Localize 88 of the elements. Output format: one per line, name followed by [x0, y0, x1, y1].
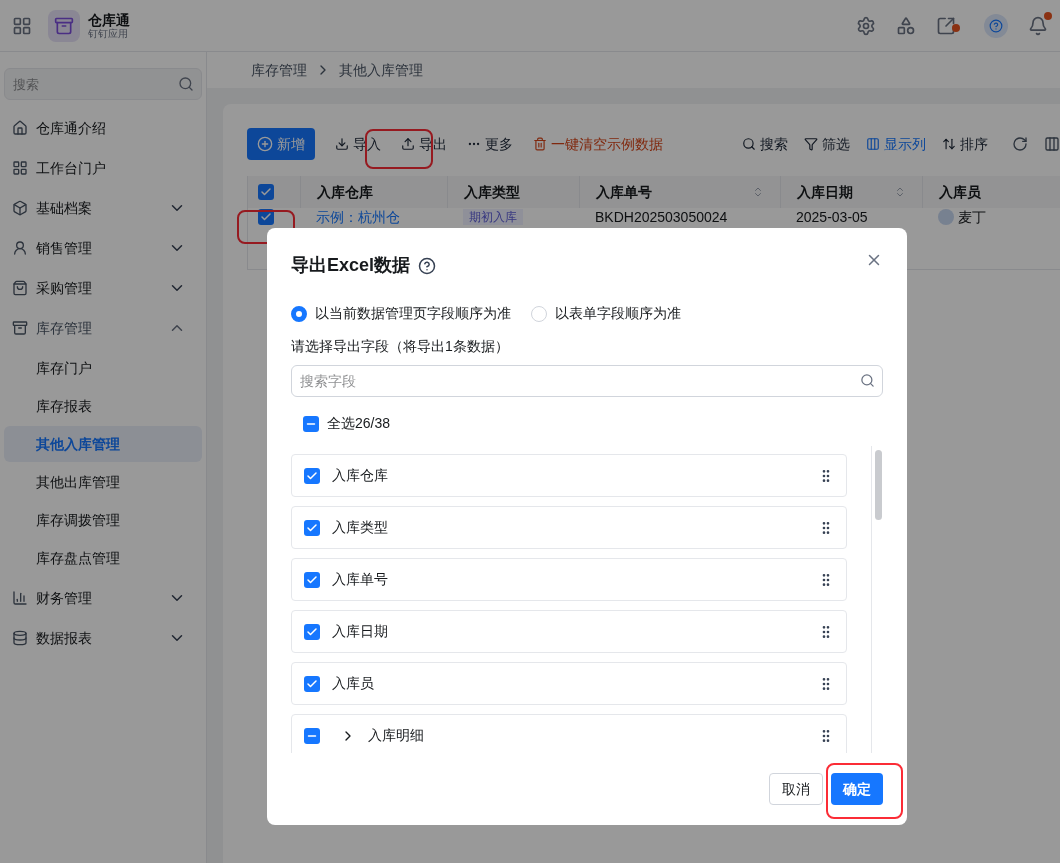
avatar	[938, 209, 954, 225]
sidebar-search-field[interactable]: 搜索	[4, 68, 202, 100]
apps-icon[interactable]	[12, 15, 32, 36]
upload-icon	[401, 137, 415, 151]
sidebar-item[interactable]: 工作台门户	[4, 148, 202, 188]
bag-icon	[12, 280, 28, 296]
chart-icon	[12, 590, 28, 606]
search-icon	[742, 137, 756, 151]
export-button[interactable]: 导出	[401, 133, 447, 155]
trash-icon	[533, 137, 547, 151]
sidebar-item[interactable]: 数据报表	[4, 618, 202, 658]
cube-icon	[12, 200, 28, 216]
breadcrumb-link[interactable]: 库存管理	[251, 59, 307, 81]
archive-icon	[12, 320, 28, 336]
download-icon	[335, 137, 349, 151]
search-icon	[860, 373, 875, 388]
column-header[interactable]: 入库员	[922, 176, 1022, 208]
cancel-button[interactable]: 取消	[769, 773, 823, 805]
table-cell-text: BKDH202503050024	[594, 208, 729, 226]
plus-icon	[257, 136, 273, 152]
refresh-icon[interactable]	[1012, 136, 1028, 152]
field-label: 入库仓库	[332, 466, 388, 485]
field-label: 入库类型	[332, 518, 388, 537]
check-icon	[260, 186, 272, 198]
sidebar-item[interactable]: 仓库通介绍	[4, 108, 202, 148]
field-label: 入库单号	[332, 570, 388, 589]
scrollbar-thumb[interactable]	[875, 450, 883, 520]
select-all-checkbox[interactable]	[258, 184, 274, 200]
field-label: 入库员	[332, 674, 374, 693]
app-subtitle: 钉钉应用	[88, 28, 129, 39]
share-icon[interactable]	[936, 15, 956, 36]
field-row[interactable]: 入库日期	[291, 610, 848, 653]
help-button[interactable]	[984, 13, 1008, 38]
app-name: 仓库通	[88, 12, 130, 27]
search-icon	[178, 76, 194, 92]
operator-name: 麦丁	[958, 209, 986, 225]
layout-icon[interactable]	[1044, 136, 1060, 152]
field-label: 入库明细	[368, 726, 424, 745]
field-row[interactable]: 入库类型	[291, 506, 848, 549]
sort-button[interactable]: 排序	[942, 133, 988, 155]
sidebar-subitem[interactable]: 库存报表	[4, 388, 202, 424]
sidebar-subitem[interactable]: 库存调拨管理	[4, 502, 202, 538]
field-row[interactable]: 入库明细	[291, 714, 848, 753]
sidebar-item[interactable]: 采购管理	[4, 268, 202, 308]
select-all-label: 全选26/38	[327, 414, 391, 433]
column-header[interactable]: 入库仓库	[300, 176, 447, 208]
radio-label: 以表单字段顺序为准	[555, 304, 681, 323]
filter-icon	[804, 137, 818, 151]
column-header[interactable]: 入库类型	[447, 176, 579, 208]
user-icon	[12, 240, 28, 256]
field-row[interactable]: 入库仓库	[291, 454, 848, 497]
question-icon	[989, 18, 1003, 33]
check-icon	[260, 211, 272, 223]
radio-button[interactable]	[291, 305, 307, 322]
confirm-button[interactable]: 确定	[831, 773, 883, 805]
house-icon	[12, 120, 28, 136]
field-row[interactable]: 入库单号	[291, 558, 848, 601]
settings-icon[interactable]	[856, 15, 876, 36]
hint-text: 请选择导出字段（将导出1条数据）	[291, 337, 510, 356]
radio-label: 以当前数据管理页字段顺序为准	[315, 304, 511, 323]
field-search[interactable]: 搜索字段	[291, 365, 883, 397]
filter-button[interactable]: 筛选	[804, 133, 850, 155]
sidebar-subitem[interactable]: 库存门户	[4, 350, 202, 386]
sort-icon	[942, 137, 956, 151]
field-label: 入库日期	[332, 622, 388, 641]
type-tag: 期初入库	[463, 209, 523, 225]
more-button[interactable]: 更多	[467, 133, 513, 155]
field-row[interactable]: 入库员	[291, 662, 848, 705]
sidebar-item[interactable]: 基础档案	[4, 188, 202, 228]
search-button[interactable]: 搜索	[742, 133, 788, 155]
sidebar-item[interactable]: 库存管理	[4, 308, 202, 348]
sidebar-subitem[interactable]: 库存盘点管理	[4, 540, 202, 576]
help-icon[interactable]	[418, 256, 437, 275]
shapes-icon[interactable]	[896, 15, 916, 36]
box-icon	[54, 15, 74, 36]
grid-icon	[12, 160, 28, 176]
columns-icon	[866, 137, 880, 151]
sidebar-item[interactable]: 销售管理	[4, 228, 202, 268]
column-header[interactable]: 入库日期	[780, 176, 922, 208]
dialog-title: 导出Excel数据	[291, 254, 411, 277]
column-header[interactable]: 入库单号	[579, 176, 780, 208]
table-cell-text: 2025-03-05	[795, 208, 869, 226]
clear-button[interactable]: 一键清空示例数据	[533, 133, 663, 155]
database-icon	[12, 630, 28, 646]
sidebar-subitem[interactable]: 其他出库管理	[4, 464, 202, 500]
sidebar-item[interactable]: 财务管理	[4, 578, 202, 618]
breadcrumb-current: 其他入库管理	[339, 60, 423, 80]
bell-icon[interactable]	[1028, 15, 1048, 36]
